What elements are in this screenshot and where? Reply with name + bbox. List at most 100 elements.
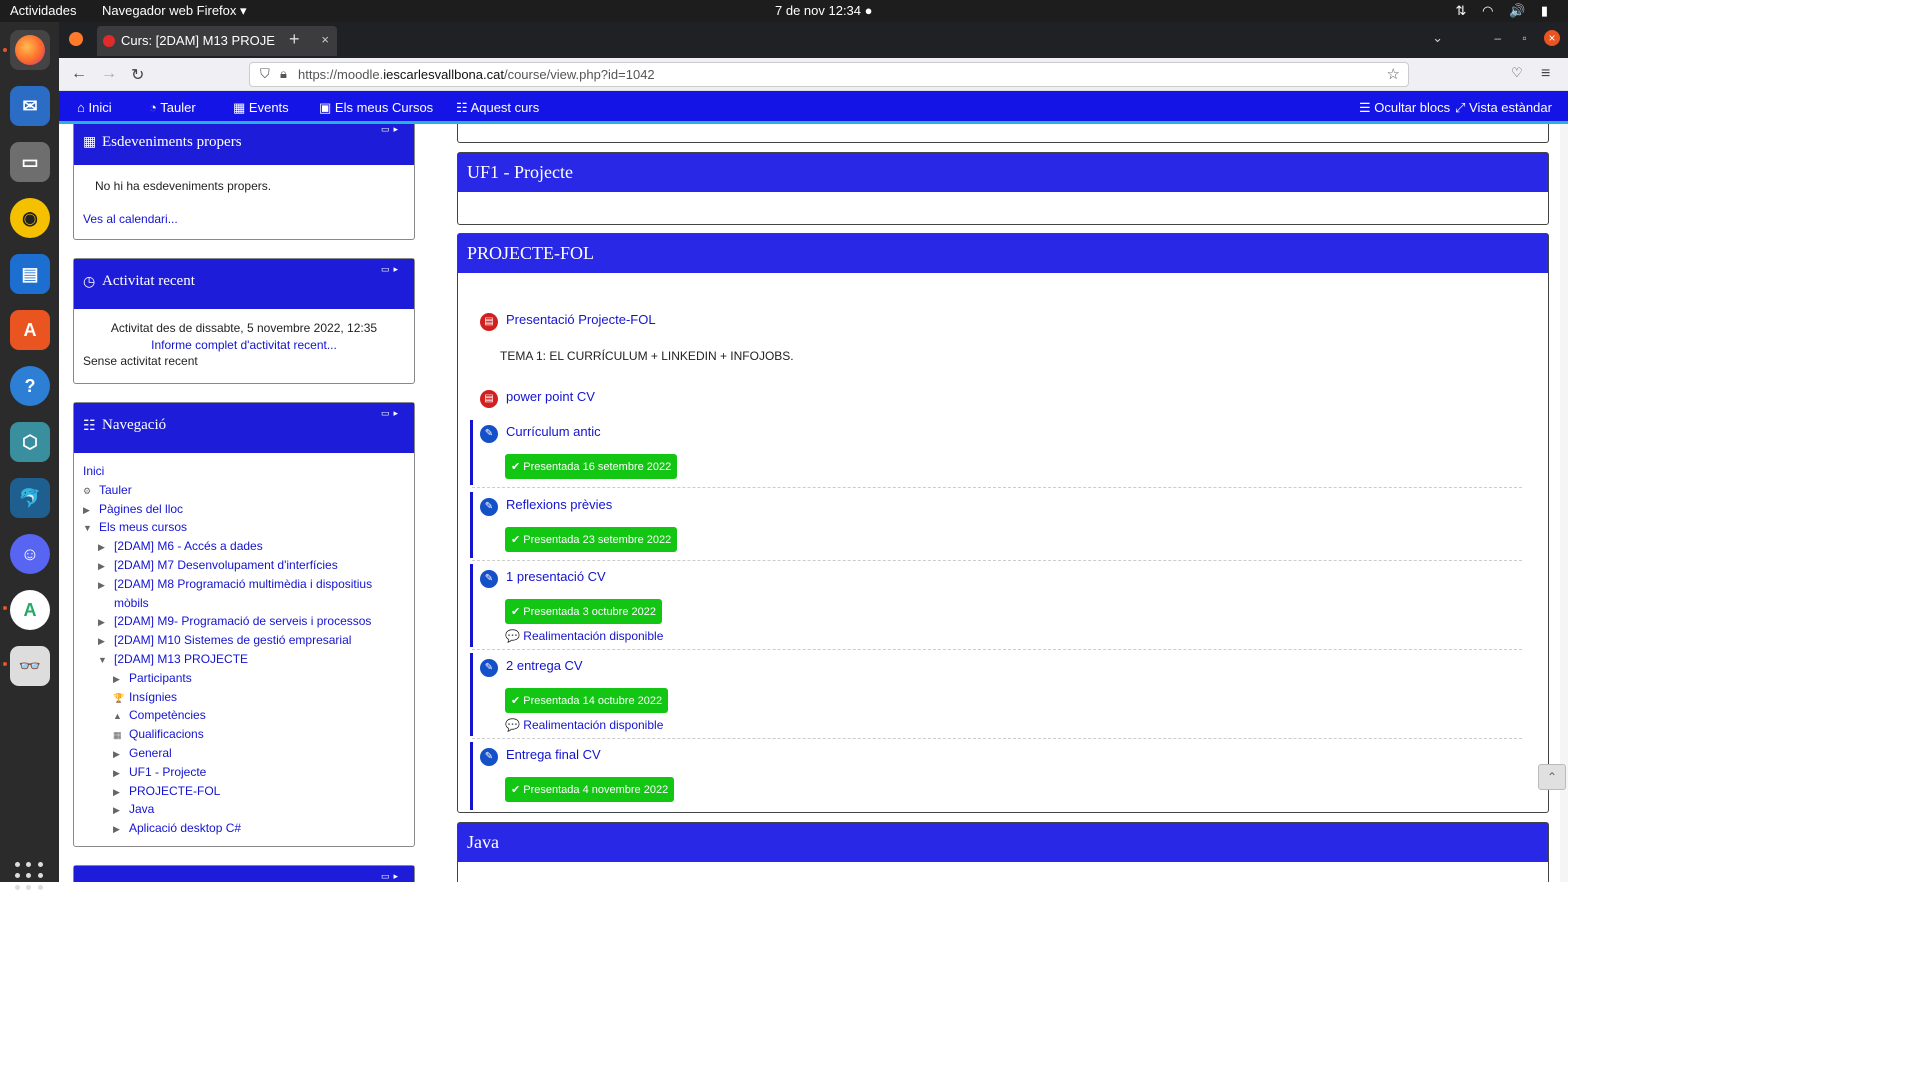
nav-my-courses[interactable]: ▣ Els meus Cursos [319,100,433,116]
tab-course[interactable]: Curs: [2DAM] M13 PROJE × [97,26,337,56]
tree-item-label[interactable]: Inici [83,464,104,478]
assignment-1-presentacio[interactable]: ✎ 1 presentació CV [480,569,606,588]
list-tabs-icon[interactable]: ⌄ [1432,30,1443,46]
nav-tree-item[interactable]: ▶ UF1 - Projecte [83,765,405,784]
tree-toggle-icon[interactable]: ▶ [98,636,114,647]
tree-item-label[interactable]: Java [129,802,154,816]
nav-tree-item[interactable]: ▼ Els meus cursos [83,520,405,539]
pocket-icon[interactable]: ♡ [1511,65,1523,81]
nav-home[interactable]: ⌂ Inici [77,100,112,115]
feedback-link[interactable]: 💬 Realimentación disponible [505,629,663,643]
app-menu[interactable]: Navegador web Firefox ▾ [102,3,247,19]
tree-item-label[interactable]: UF1 - Projecte [129,765,206,779]
assignment-reflexions[interactable]: ✎ Reflexions prèvies [480,497,612,516]
activity-link[interactable]: power point CV [506,389,595,404]
tree-item-label[interactable]: [2DAM] M10 Sistemes de gestió empresaria… [114,633,351,647]
mysql-workbench-icon[interactable]: 🐬 [10,478,50,518]
shield-icon[interactable]: ⛉ [260,66,270,82]
clock[interactable]: 7 de nov 12:34 ● [775,3,872,18]
tree-item-label[interactable]: Aplicació desktop C# [129,821,241,835]
tree-item-label[interactable]: [2DAM] M7 Desenvolupament d'interfícies [114,558,338,572]
tree-toggle-icon[interactable]: ▶ [113,749,129,760]
nav-tree-item[interactable]: 🏆 Insígnies [83,690,405,709]
netbeans-icon[interactable]: ⬡ [10,422,50,462]
tree-item-label[interactable]: [2DAM] M8 Programació multimèdia i dispo… [114,577,372,591]
scroll-to-top-button[interactable]: ⌃ [1538,764,1566,790]
thunderbird-icon[interactable]: ✉ [10,86,50,126]
block-controls[interactable]: ▭▸ [381,124,402,135]
activity-presentacio[interactable]: ▤ Presentació Projecte-FOL [480,312,656,331]
tree-item-label[interactable]: Tauler [99,483,132,497]
assignment-link[interactable]: Entrega final CV [506,747,601,762]
tree-item-label[interactable]: Pàgines del lloc [99,502,183,516]
nav-tree-item[interactable]: ▶ General [83,746,405,765]
nav-tree-item[interactable]: ▼ [2DAM] M13 PROJECTE [83,652,405,671]
nav-tree-item[interactable]: ▶ [2DAM] M9- Programació de serveis i pro… [83,614,405,633]
android-studio-icon[interactable]: A [10,590,50,630]
tree-item-label[interactable]: [2DAM] M13 PROJECTE [114,652,248,666]
close-tab-icon[interactable]: × [321,32,329,47]
firefox-view-icon[interactable] [69,32,83,46]
tree-toggle-icon[interactable]: ▶ [113,768,129,779]
hide-blocks-button[interactable]: ☰ Ocultar blocs [1359,100,1450,116]
nav-tree-item[interactable]: ▶ [2DAM] M6 - Accés a dades [83,539,405,558]
tree-item-label[interactable]: PROJECTE-FOL [129,784,220,798]
full-report-link[interactable]: Informe complet d'activitat recent... [151,338,337,352]
nav-events[interactable]: ▦ Events [233,100,289,116]
minimize-icon[interactable]: – [1494,31,1501,45]
tree-item-label[interactable]: General [129,746,172,760]
tree-toggle-icon[interactable]: ▶ [113,787,129,798]
tree-toggle-icon[interactable]: ▶ [98,580,114,591]
nav-tree-item[interactable]: ▶ PROJECTE-FOL [83,784,405,803]
nav-tree-item[interactable]: ▶ [2DAM] M10 Sistemes de gestió empresari… [83,633,405,652]
block-controls[interactable]: ▭▸ [381,408,402,419]
new-tab-button[interactable]: + [289,29,300,50]
tree-item-label[interactable]: mòbils [114,596,149,610]
activities-button[interactable]: Actividades [10,3,76,18]
files-icon[interactable]: ▭ [10,142,50,182]
reload-icon[interactable]: ↻ [131,65,144,85]
assignment-curriculum-antic[interactable]: ✎ Currículum antic [480,424,601,443]
nav-tree-item[interactable]: Inici [83,464,405,483]
tree-item-label[interactable]: Els meus cursos [99,520,187,534]
tree-item-label[interactable]: Insígnies [129,690,177,704]
nav-this-course[interactable]: ☷ Aquest curs [456,100,539,116]
tree-toggle-icon[interactable]: ▶ [98,617,114,628]
tree-item-label[interactable]: [2DAM] M6 - Accés a dades [114,539,263,553]
standard-view-button[interactable]: ⤢ Vista estàndar [1455,100,1552,116]
tree-toggle-icon[interactable]: ▶ [83,505,99,516]
block-controls[interactable]: ▭▸ [381,264,402,275]
nav-tree-item[interactable]: ▶ [2DAM] M8 Programació multimèdia i disp… [83,577,405,596]
help-icon[interactable]: ? [10,366,50,406]
assignment-2-entrega[interactable]: ✎ 2 entrega CV [480,658,583,677]
tree-toggle-icon[interactable]: ▼ [83,523,99,533]
software-icon[interactable]: A [10,310,50,350]
system-tray[interactable]: ⇅ ◠ 🔊 ▮ [1456,3,1554,19]
document-viewer-icon[interactable]: 👓 [10,646,50,686]
assignment-link[interactable]: 2 entrega CV [506,658,583,673]
calendar-link[interactable]: Ves al calendari... [83,212,178,226]
nav-tree-item[interactable]: ▶ Aplicació desktop C# [83,821,405,840]
nav-tree-item[interactable]: ⚙ Tauler [83,483,405,502]
discord-icon[interactable]: ☺ [10,534,50,574]
tree-toggle-icon[interactable]: ▶ [98,542,114,553]
assignment-link[interactable]: Currículum antic [506,424,601,439]
lock-icon[interactable]: 🔒︎ [280,66,287,82]
show-apps-icon[interactable] [15,862,43,890]
back-icon[interactable]: ← [71,65,87,83]
tree-toggle-icon[interactable]: ▶ [113,824,129,835]
assignment-entrega-final[interactable]: ✎ Entrega final CV [480,747,601,766]
nav-tree-item[interactable]: ▶ [2DAM] M7 Desenvolupament d'interfícies [83,558,405,577]
tree-toggle-icon[interactable]: ▶ [98,561,114,572]
url-bar[interactable]: ⛉ 🔒︎ https://moodle.iescarlesvallbona.ca… [249,62,1409,87]
tree-item-label[interactable]: Qualificacions [129,727,204,741]
nav-tree-item[interactable]: ▶ Pàgines del lloc [83,502,405,521]
tree-item-label[interactable]: Participants [129,671,192,685]
tree-item-label[interactable]: Competències [129,708,206,722]
tree-toggle-icon[interactable]: ▶ [113,674,129,685]
bookmark-star-icon[interactable]: ☆ [1387,65,1400,83]
activity-link[interactable]: Presentació Projecte-FOL [506,312,656,327]
feedback-link[interactable]: 💬 Realimentación disponible [505,718,663,732]
nav-tree-item[interactable]: ▶ Participants [83,671,405,690]
maximize-icon[interactable]: ▫ [1522,31,1526,45]
